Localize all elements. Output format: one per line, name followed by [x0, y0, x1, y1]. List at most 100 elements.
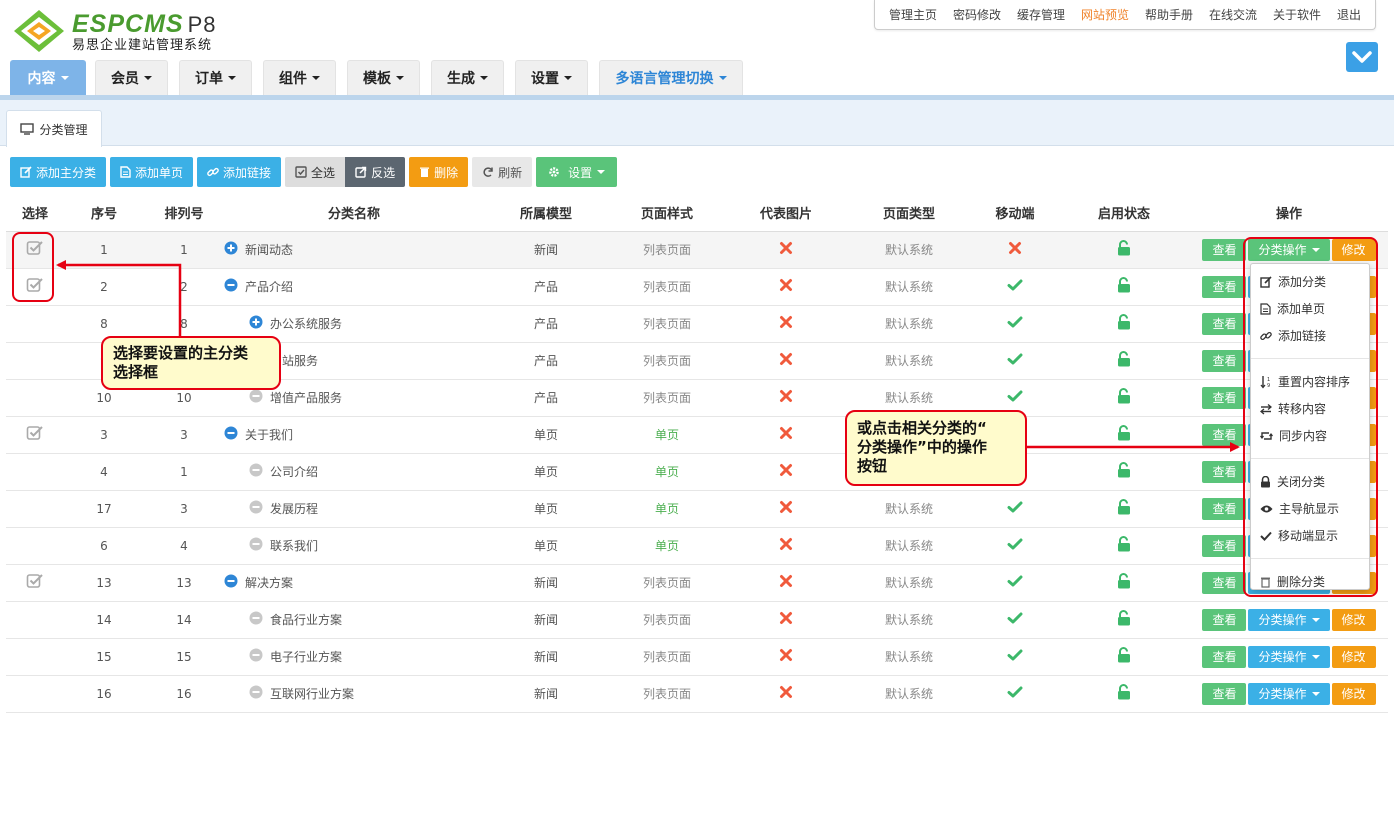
top-link-3[interactable]: 网站预览: [1081, 6, 1129, 23]
view-button[interactable]: 查看: [1202, 349, 1247, 372]
view-button[interactable]: 查看: [1202, 608, 1247, 631]
caret-down-icon: [480, 76, 488, 80]
view-button[interactable]: 查看: [1202, 275, 1247, 298]
cell-select[interactable]: [6, 564, 64, 602]
cell-name: 关于我们: [224, 416, 484, 454]
edit-button[interactable]: 修改: [1331, 682, 1376, 705]
unlock-icon[interactable]: [1117, 647, 1131, 663]
view-button[interactable]: 查看: [1202, 497, 1247, 520]
cell-enabled[interactable]: [1058, 416, 1190, 454]
cell-image: [726, 490, 846, 528]
top-link-0[interactable]: 管理主页: [889, 6, 937, 23]
checkbox-icon[interactable]: [26, 572, 44, 590]
collapse-minus-icon[interactable]: [224, 574, 238, 588]
check-icon: [1007, 538, 1023, 550]
cell-enabled[interactable]: [1058, 268, 1190, 306]
cell-enabled[interactable]: [1058, 490, 1190, 528]
unlock-icon[interactable]: [1117, 351, 1131, 367]
top-link-2[interactable]: 缓存管理: [1017, 6, 1065, 23]
cell-enabled[interactable]: [1058, 675, 1190, 713]
checkbox-icon[interactable]: [26, 424, 44, 442]
expand-plus-icon[interactable]: [249, 315, 263, 329]
refresh-button[interactable]: 刷新: [472, 157, 533, 187]
cell-enabled[interactable]: [1058, 305, 1190, 343]
cell-enabled[interactable]: [1058, 453, 1190, 491]
invert-selection-button[interactable]: 反选: [345, 157, 406, 187]
cell-enabled[interactable]: [1058, 564, 1190, 602]
column-header-2: 排列号: [144, 195, 224, 232]
tree-toggle[interactable]: [224, 241, 238, 258]
check-icon: [1007, 316, 1023, 328]
nav-tab-6[interactable]: 设置: [515, 60, 588, 95]
tree-toggle[interactable]: [224, 426, 238, 443]
nav-tab-7[interactable]: 多语言管理切换: [599, 60, 743, 95]
nav-tab-5[interactable]: 生成: [431, 60, 504, 95]
view-button[interactable]: 查看: [1202, 571, 1247, 594]
tree-toggle[interactable]: [249, 315, 263, 332]
top-link-4[interactable]: 帮助手册: [1145, 6, 1193, 23]
nav-tab-0[interactable]: 内容: [10, 60, 86, 95]
collapse-minus-icon[interactable]: [224, 278, 238, 292]
view-button[interactable]: 查看: [1202, 238, 1247, 261]
cell-select[interactable]: [6, 416, 64, 454]
view-button[interactable]: 查看: [1202, 534, 1247, 557]
add-link-button[interactable]: 添加链接: [197, 157, 282, 187]
edit-button[interactable]: 修改: [1331, 645, 1376, 668]
cell-enabled[interactable]: [1058, 231, 1190, 269]
unlock-icon[interactable]: [1117, 610, 1131, 626]
cell-model: 新闻: [484, 638, 608, 676]
cell-model: 单页: [484, 453, 608, 491]
unlock-icon[interactable]: [1117, 499, 1131, 515]
view-button[interactable]: 查看: [1202, 386, 1247, 409]
collapse-minus-icon[interactable]: [224, 426, 238, 440]
cell-page-style: 列表页面: [608, 638, 726, 676]
select-all-button[interactable]: 全选: [285, 157, 346, 187]
nav-tab-2[interactable]: 订单: [179, 60, 252, 95]
unlock-icon[interactable]: [1117, 573, 1131, 589]
unlock-icon[interactable]: [1117, 240, 1131, 256]
unlock-icon[interactable]: [1117, 425, 1131, 441]
nav-tab-4[interactable]: 模板: [347, 60, 420, 95]
view-button[interactable]: 查看: [1202, 682, 1247, 705]
top-link-5[interactable]: 在线交流: [1209, 6, 1257, 23]
unlock-icon[interactable]: [1117, 536, 1131, 552]
view-button[interactable]: 查看: [1202, 460, 1247, 483]
top-link-6[interactable]: 关于软件: [1273, 6, 1321, 23]
caret-down-icon: [396, 76, 404, 80]
leaf-minus-icon: [249, 389, 263, 403]
cell-page-style: 单页: [608, 490, 726, 528]
tab-category-management[interactable]: 分类管理: [6, 110, 102, 147]
check-icon: [1007, 390, 1023, 402]
cell-enabled[interactable]: [1058, 342, 1190, 380]
unlock-icon[interactable]: [1117, 314, 1131, 330]
tree-toggle[interactable]: [224, 278, 238, 295]
category-ops-button[interactable]: 分类操作: [1248, 608, 1330, 631]
top-link-7[interactable]: 退出: [1337, 6, 1361, 23]
category-ops-button[interactable]: 分类操作: [1248, 645, 1330, 668]
delete-button[interactable]: 删除: [409, 157, 469, 187]
add-single-page-button[interactable]: 添加单页: [110, 157, 194, 187]
cell-model: 产品: [484, 268, 608, 306]
view-button[interactable]: 查看: [1202, 423, 1247, 446]
tree-toggle[interactable]: [224, 574, 238, 591]
cell-enabled[interactable]: [1058, 379, 1190, 417]
add-main-category-button[interactable]: 添加主分类: [10, 157, 107, 187]
expand-plus-icon[interactable]: [224, 241, 238, 255]
unlock-icon[interactable]: [1117, 462, 1131, 478]
top-link-1[interactable]: 密码修改: [953, 6, 1001, 23]
category-ops-button[interactable]: 分类操作: [1248, 682, 1330, 705]
nav-tab-3[interactable]: 组件: [263, 60, 336, 95]
cell-name: 公司介绍: [224, 453, 484, 491]
cell-enabled[interactable]: [1058, 601, 1190, 639]
unlock-icon[interactable]: [1117, 277, 1131, 293]
view-button[interactable]: 查看: [1202, 312, 1247, 335]
view-button[interactable]: 查看: [1202, 645, 1247, 668]
nav-tab-1[interactable]: 会员: [95, 60, 168, 95]
cell-enabled[interactable]: [1058, 527, 1190, 565]
settings-dropdown-button[interactable]: 设置: [536, 157, 618, 187]
unlock-icon[interactable]: [1117, 684, 1131, 700]
cell-enabled[interactable]: [1058, 638, 1190, 676]
cell-page-type: 默认系统: [846, 638, 972, 676]
unlock-icon[interactable]: [1117, 388, 1131, 404]
edit-button[interactable]: 修改: [1331, 608, 1376, 631]
